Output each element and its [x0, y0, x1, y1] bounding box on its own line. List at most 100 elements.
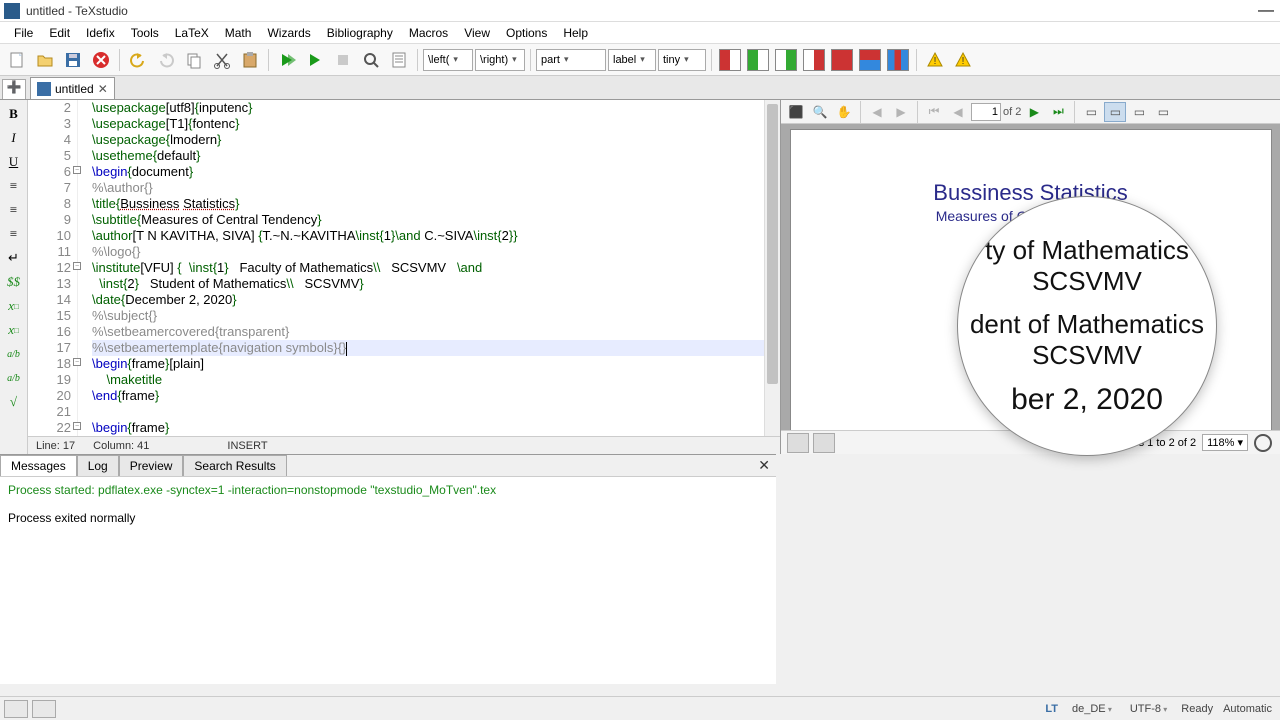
menu-bibliography[interactable]: Bibliography	[319, 23, 401, 43]
pv-prev-page-icon[interactable]: ◀	[947, 102, 969, 122]
tab-messages[interactable]: Messages	[0, 455, 77, 476]
warning-prev-icon[interactable]: !	[922, 47, 948, 73]
superscript-button[interactable]: x□	[3, 320, 25, 340]
copy-button[interactable]	[181, 47, 207, 73]
build-button[interactable]	[274, 47, 300, 73]
pv-fwd-icon[interactable]: ▶	[890, 102, 912, 122]
tab-log[interactable]: Log	[77, 455, 119, 476]
main-toolbar: \left( \right) part label tiny ! !	[0, 44, 1280, 76]
frac-button[interactable]: a/b	[3, 344, 25, 364]
tab-label: untitled	[55, 82, 94, 96]
undo-button[interactable]	[125, 47, 151, 73]
right-delim-combo[interactable]: \right)	[475, 49, 525, 71]
view-log-button[interactable]	[386, 47, 412, 73]
editor-scrollbar[interactable]	[764, 100, 780, 436]
pv-continuous-icon[interactable]: ▭	[1104, 102, 1126, 122]
svg-text:!: !	[934, 56, 937, 67]
menu-math[interactable]: Math	[217, 23, 260, 43]
preview-fit-button[interactable]	[1254, 434, 1272, 452]
pv-back-icon[interactable]: ◀	[866, 102, 888, 122]
menu-edit[interactable]: Edit	[41, 23, 78, 43]
mag-l2b: SCSVMV	[970, 340, 1204, 371]
pv-search-icon[interactable]: 🔍	[809, 102, 831, 122]
dfrac-button[interactable]: a/b	[3, 368, 25, 388]
pv-avatar2-icon[interactable]	[813, 433, 835, 453]
ref-combo[interactable]: label	[608, 49, 656, 71]
menu-file[interactable]: File	[6, 23, 41, 43]
compile-button[interactable]	[302, 47, 328, 73]
window-statusbar: LT de_DE UTF-8 Ready Automatic	[0, 696, 1280, 720]
align-right-icon[interactable]: ≡	[3, 224, 25, 244]
window-title: untitled - TeXstudio	[26, 4, 1256, 18]
pv-first-page-icon[interactable]: ⏮	[923, 102, 945, 122]
table-col2-icon[interactable]	[745, 47, 771, 73]
spell-lang-combo[interactable]: de_DE	[1068, 703, 1116, 715]
menu-options[interactable]: Options	[498, 23, 555, 43]
newline-icon[interactable]: ↵	[3, 248, 25, 268]
table-col5-icon[interactable]	[829, 47, 855, 73]
pv-avatar1-icon[interactable]	[787, 433, 809, 453]
table-col4-icon[interactable]	[801, 47, 827, 73]
menu-help[interactable]: Help	[555, 23, 596, 43]
math-mode-button[interactable]: $$	[3, 272, 25, 292]
languagetool-indicator[interactable]: LT	[1045, 703, 1058, 715]
sqrt-button[interactable]: √	[3, 392, 25, 412]
pv-hand-icon[interactable]: ✋	[833, 102, 855, 122]
view-pdf-button[interactable]	[358, 47, 384, 73]
align-center-icon[interactable]: ≡	[3, 200, 25, 220]
pv-last-page-icon[interactable]: ⏭	[1047, 102, 1069, 122]
page-total-label: of 2	[1003, 106, 1021, 118]
table-col1-icon[interactable]	[717, 47, 743, 73]
encoding-combo[interactable]: UTF-8	[1126, 703, 1171, 715]
document-tabs: ➕ untitled ✕	[0, 76, 1280, 100]
editor-statusline: Line: 17 Column: 41 INSERT	[28, 436, 780, 454]
subscript-button[interactable]: x□	[3, 296, 25, 316]
format-toolbar: B I U ≡ ≡ ≡ ↵ $$ x□ x□ a/b a/b √	[0, 100, 28, 454]
tab-search-results[interactable]: Search Results	[183, 455, 286, 476]
pv-facing-icon[interactable]: ▭	[1128, 102, 1150, 122]
align-left-icon[interactable]: ≡	[3, 176, 25, 196]
bold-button[interactable]: B	[3, 104, 25, 124]
source-editor[interactable]: 23456−789101112−131415161718−19202122− \…	[28, 100, 780, 436]
code-area[interactable]: \usepackage[utf8]{inputenc}\usepackage[T…	[78, 100, 780, 436]
pv-sync-icon[interactable]: ⬛	[785, 102, 807, 122]
menu-view[interactable]: View	[456, 23, 498, 43]
new-file-button[interactable]	[4, 47, 30, 73]
menu-macros[interactable]: Macros	[401, 23, 456, 43]
pv-single-page-icon[interactable]: ▭	[1080, 102, 1102, 122]
minimize-button[interactable]: —	[1256, 6, 1276, 16]
table-col6-icon[interactable]	[857, 47, 883, 73]
stop-button[interactable]	[330, 47, 356, 73]
menu-wizards[interactable]: Wizards	[259, 23, 318, 43]
underline-button[interactable]: U	[3, 152, 25, 172]
structure-view-button[interactable]	[4, 700, 28, 718]
italic-button[interactable]: I	[3, 128, 25, 148]
editor-pane: 23456−789101112−131415161718−19202122− \…	[28, 100, 780, 454]
paste-button[interactable]	[237, 47, 263, 73]
left-delim-combo[interactable]: \left(	[423, 49, 473, 71]
save-file-button[interactable]	[60, 47, 86, 73]
table-col3-icon[interactable]	[773, 47, 799, 73]
open-file-button[interactable]	[32, 47, 58, 73]
preview-zoom-combo[interactable]: 118% ▾	[1202, 434, 1248, 451]
close-file-button[interactable]	[88, 47, 114, 73]
pv-grid-icon[interactable]: ▭	[1152, 102, 1174, 122]
new-tab-button[interactable]: ➕	[2, 79, 26, 99]
tab-preview[interactable]: Preview	[119, 455, 184, 476]
messages-close-button[interactable]: ✕	[758, 457, 770, 474]
size-combo[interactable]: tiny	[658, 49, 706, 71]
tab-close-button[interactable]: ✕	[98, 82, 108, 96]
section-combo[interactable]: part	[536, 49, 606, 71]
messages-body: Process started: pdflatex.exe -synctex=1…	[0, 477, 776, 531]
cut-button[interactable]	[209, 47, 235, 73]
table-col7-icon[interactable]	[885, 47, 911, 73]
menu-idefix[interactable]: Idefix	[78, 23, 123, 43]
pv-next-page-icon[interactable]: ▶	[1023, 102, 1045, 122]
page-number-input[interactable]	[971, 103, 1001, 121]
menu-tools[interactable]: Tools	[123, 23, 167, 43]
redo-button[interactable]	[153, 47, 179, 73]
warning-next-icon[interactable]: !	[950, 47, 976, 73]
document-tab[interactable]: untitled ✕	[30, 77, 115, 99]
bookmarks-view-button[interactable]	[32, 700, 56, 718]
menu-latex[interactable]: LaTeX	[167, 23, 217, 43]
